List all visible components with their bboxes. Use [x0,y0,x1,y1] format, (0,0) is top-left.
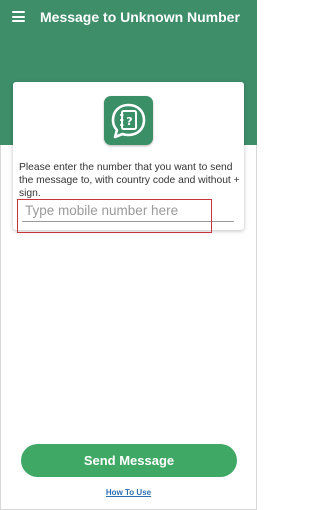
number-entry-card: ? Please enter the number that you want … [13,82,244,230]
how-to-use-link[interactable]: How To Use [0,488,257,497]
app-title: Message to Unknown Number [40,9,240,25]
phone-number-input[interactable] [22,200,234,222]
send-message-button[interactable]: Send Message [21,444,237,477]
app-bar: Message to Unknown Number [0,0,257,36]
instruction-text: Please enter the number that you want to… [19,162,240,199]
svg-text:?: ? [126,115,132,128]
menu-icon[interactable] [12,11,25,22]
chat-note-icon: ? [104,96,153,145]
